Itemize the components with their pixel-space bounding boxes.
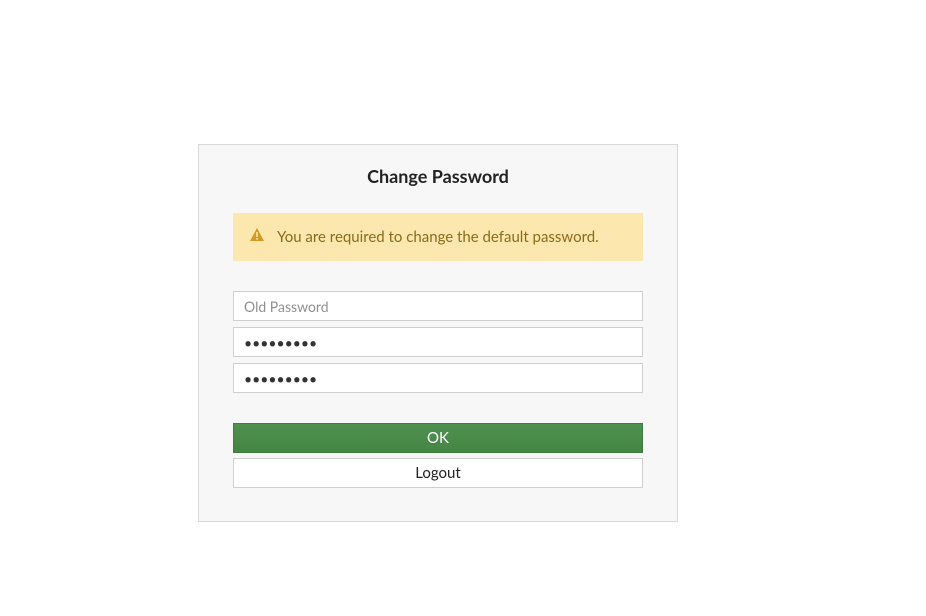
logout-button[interactable]: Logout [233, 458, 643, 488]
change-password-dialog: Change Password You are required to chan… [198, 144, 678, 522]
alert-message: You are required to change the default p… [277, 228, 599, 246]
confirm-password-input[interactable] [233, 363, 643, 393]
old-password-input[interactable] [233, 291, 643, 321]
button-group: OK Logout [233, 423, 643, 488]
new-password-input[interactable] [233, 327, 643, 357]
dialog-title: Change Password [233, 165, 643, 187]
ok-button[interactable]: OK [233, 423, 643, 453]
warning-triangle-icon [249, 227, 265, 247]
warning-alert: You are required to change the default p… [233, 213, 643, 261]
